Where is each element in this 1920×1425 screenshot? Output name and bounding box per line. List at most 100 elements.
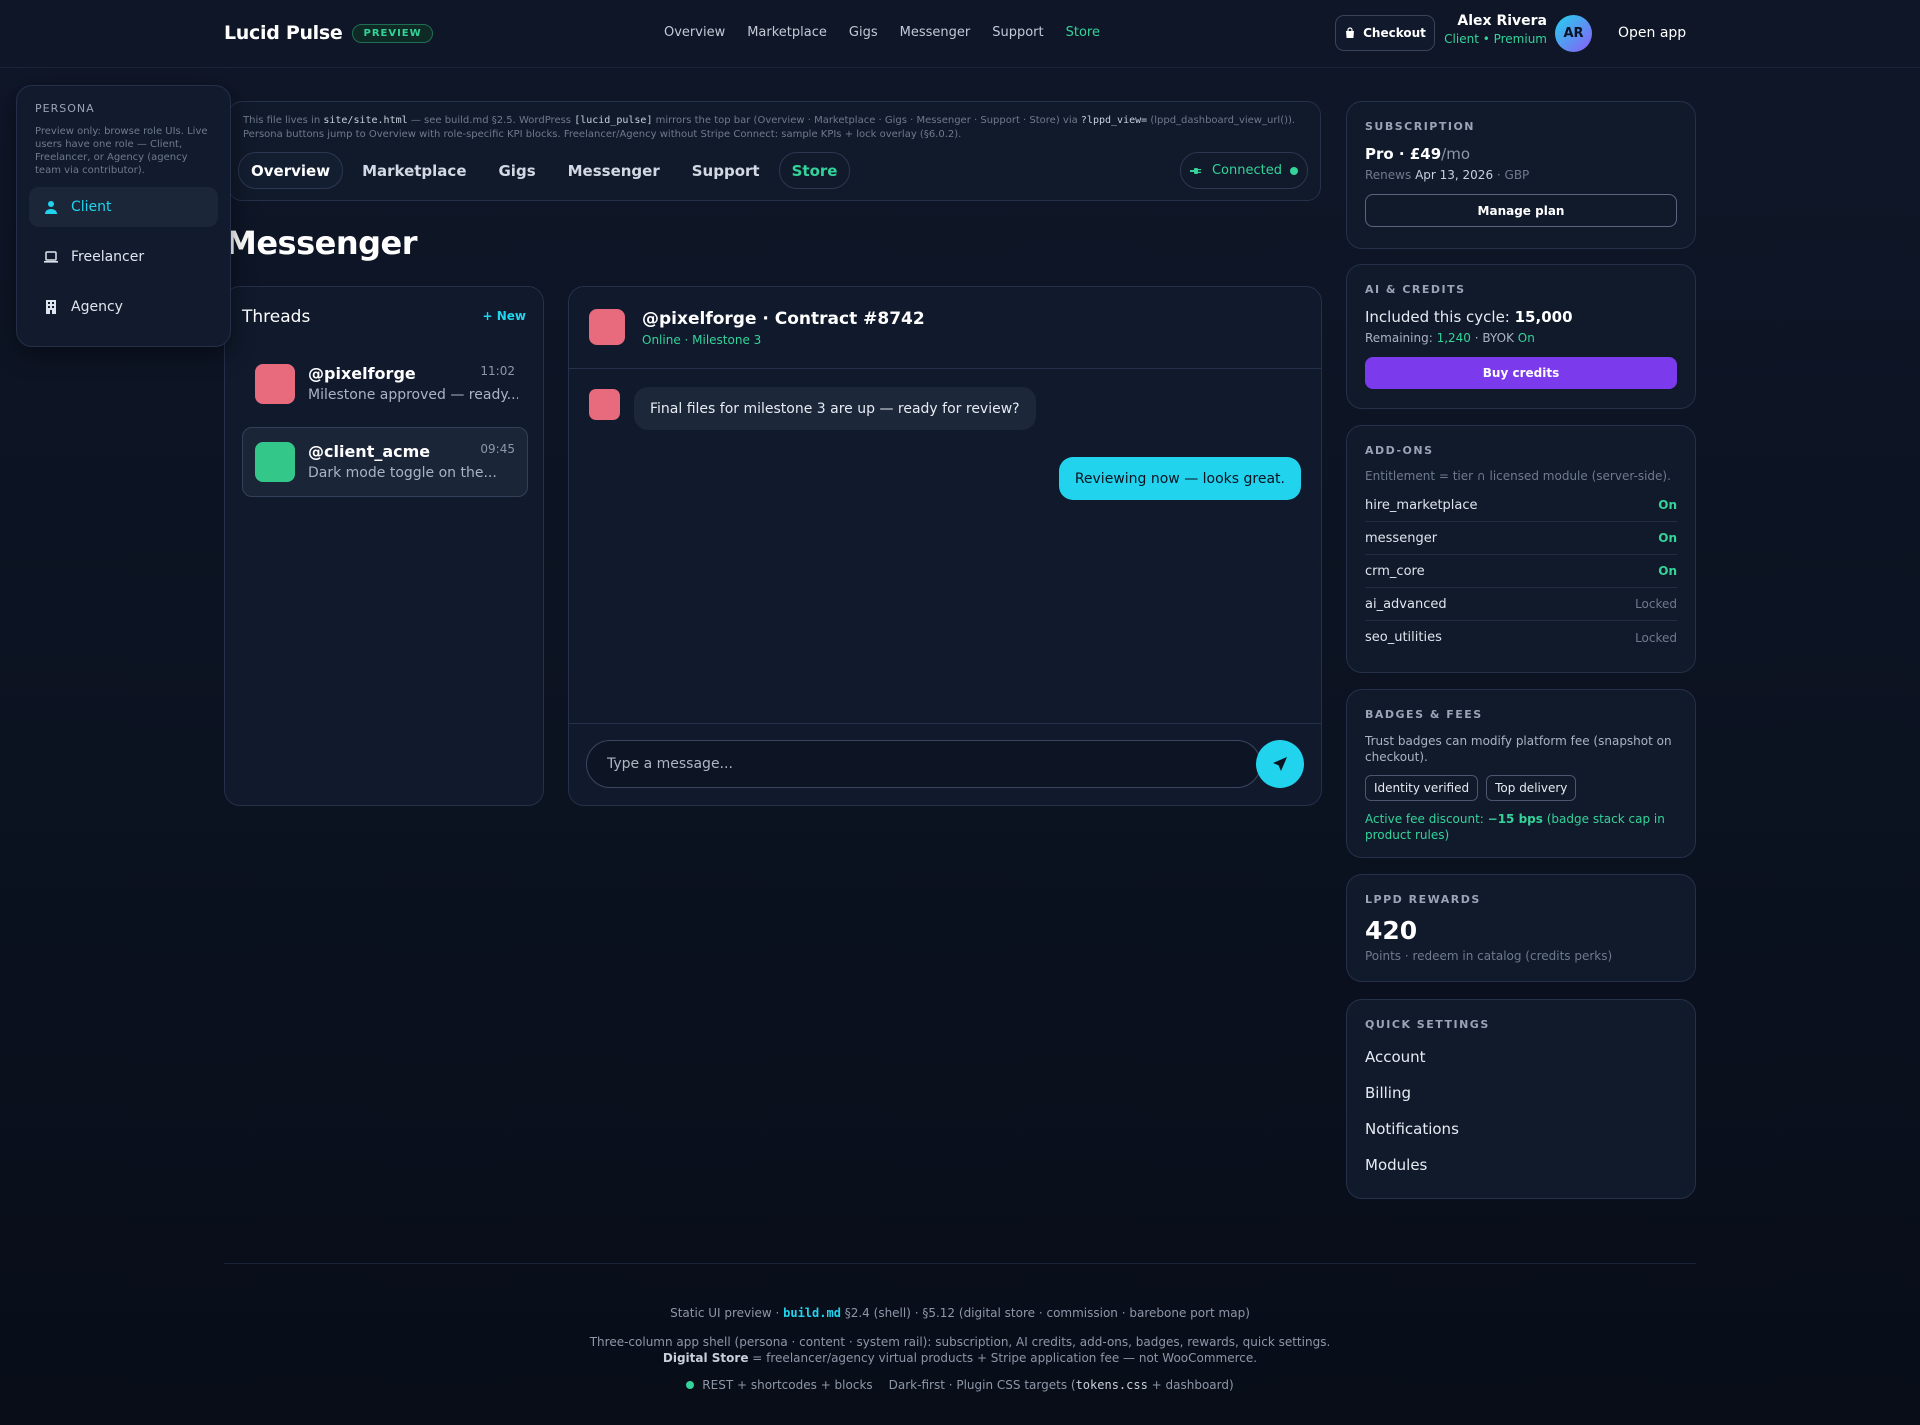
badges-note: Trust badges can modify platform fee (sn… <box>1365 734 1672 764</box>
quick-settings-notifications[interactable]: Notifications <box>1365 1111 1677 1147</box>
tab-messenger[interactable]: Messenger <box>555 152 673 189</box>
addon-name: crm_core <box>1365 563 1425 579</box>
info-param: ?lppd_view= <box>1080 115 1148 126</box>
new-thread-button[interactable]: + New <box>483 309 527 323</box>
addons-title: ADD-ONS <box>1365 444 1434 457</box>
status-dot <box>686 1381 695 1389</box>
addon-status: Locked <box>1635 630 1677 645</box>
top-nav-gigs[interactable]: Gigs <box>849 25 878 40</box>
top-nav-store[interactable]: Store <box>1066 25 1100 40</box>
top-nav-overview[interactable]: Overview <box>664 25 725 40</box>
addon-name: ai_advanced <box>1365 596 1447 612</box>
user-name: Alex Rivera <box>1457 13 1547 29</box>
footer-line-3: REST + shortcodes + blocks Dark-first · … <box>0 1378 1920 1392</box>
chat-composer <box>569 723 1321 805</box>
footer-text: + dashboard) <box>1147 1378 1234 1392</box>
addon-row: crm_core On <box>1365 555 1677 588</box>
included-value: 15,000 <box>1514 308 1573 326</box>
addon-row: hire_marketplace On <box>1365 489 1677 522</box>
included-label: Included this cycle: <box>1365 308 1515 326</box>
footer-text: §2.4 (shell) · §5.12 (digital store · co… <box>840 1306 1250 1320</box>
chat-panel: @pixelforge · Contract #8742 Online · Mi… <box>568 286 1322 806</box>
send-button[interactable] <box>1256 740 1304 788</box>
thread-item[interactable]: @client_acme 09:45 Dark mode toggle on t… <box>242 427 528 497</box>
footer-code: tokens.css <box>1075 1378 1148 1392</box>
buy-credits-button[interactable]: Buy credits <box>1365 357 1677 389</box>
footer-code: build.md <box>783 1306 841 1320</box>
connection-status[interactable]: Connected <box>1180 152 1308 189</box>
badge-chip-delivery[interactable]: Top delivery <box>1486 775 1577 801</box>
renew-date: Apr 13, 2026 <box>1415 168 1494 182</box>
persona-item-label: Freelancer <box>71 249 145 265</box>
user-role: Client • Premium <box>1444 32 1547 46</box>
checkout-button[interactable]: Checkout <box>1335 15 1435 51</box>
message-avatar <box>589 389 620 420</box>
chat-subtitle: Online · Milestone 3 <box>642 333 762 347</box>
building-icon <box>46 300 56 314</box>
threads-panel: Threads + New @pixelforge 11:02 Mileston… <box>224 286 544 806</box>
chat-title: @pixelforge · Contract #8742 <box>642 309 925 329</box>
rewards-subtitle: Points · redeem in catalog (credits perk… <box>1365 949 1613 963</box>
footer-line-2: Three-column app shell (persona · conten… <box>585 1334 1335 1366</box>
thread-preview: Milestone approved — ready... <box>308 387 518 403</box>
avatar[interactable]: AR <box>1555 15 1592 52</box>
quick-settings-card: QUICK SETTINGS Account Billing Notificat… <box>1346 999 1696 1199</box>
thread-time: 09:45 <box>480 442 515 456</box>
footer-rest: REST + shortcodes + blocks <box>686 1378 873 1392</box>
persona-item-label: Client <box>71 199 112 215</box>
top-nav-marketplace[interactable]: Marketplace <box>747 25 827 40</box>
persona-item-freelancer[interactable]: Freelancer <box>29 237 218 277</box>
top-nav-messenger[interactable]: Messenger <box>900 25 971 40</box>
brand[interactable]: Lucid Pulse PREVIEW <box>224 22 433 44</box>
tab-marketplace[interactable]: Marketplace <box>349 152 479 189</box>
footer-text: Dark-first · Plugin CSS targets ( <box>888 1378 1076 1392</box>
persona-item-agency[interactable]: Agency <box>29 287 218 327</box>
top-nav-support[interactable]: Support <box>992 25 1043 40</box>
plan-period: /mo <box>1441 145 1470 163</box>
tab-gigs[interactable]: Gigs <box>486 152 549 189</box>
chat-avatar <box>589 309 625 345</box>
addon-name: messenger <box>1365 530 1438 546</box>
fee-discount: Active fee discount: −15 bps (badge stac… <box>1365 811 1677 843</box>
quick-settings-account[interactable]: Account <box>1365 1039 1677 1075</box>
badges-title: BADGES & FEES <box>1365 708 1483 721</box>
quick-settings-modules[interactable]: Modules <box>1365 1147 1677 1183</box>
persona-item-client[interactable]: Client <box>29 187 218 227</box>
addons-note: Entitlement = tier ∩ licensed module (se… <box>1365 469 1671 483</box>
thread-preview: Dark mode toggle on the... <box>308 465 497 481</box>
persona-description: Preview only: browse role UIs. Live user… <box>35 126 208 176</box>
tab-store[interactable]: Store <box>778 152 851 189</box>
addon-row: ai_advanced Locked <box>1365 588 1677 621</box>
thread-item[interactable]: @pixelforge 11:02 Milestone approved — r… <box>242 349 528 419</box>
top-nav: Overview Marketplace Gigs Messenger Supp… <box>664 25 1100 40</box>
tab-overview[interactable]: Overview <box>238 152 344 189</box>
info-text-part: — see build.md §2.5. WordPress <box>407 115 575 126</box>
credits-remaining: Remaining: 1,240 · BYOK On <box>1365 331 1677 345</box>
manage-plan-button[interactable]: Manage plan <box>1365 194 1677 227</box>
badges-card: BADGES & FEES Trust badges can modify pl… <box>1346 689 1696 858</box>
send-icon <box>1273 757 1287 771</box>
plan-name: Pro · £49 <box>1365 145 1442 163</box>
subscription-title: SUBSCRIPTION <box>1365 120 1476 133</box>
preview-badge: PREVIEW <box>352 23 433 43</box>
user-info[interactable]: Alex Rivera Client • Premium <box>1440 13 1547 46</box>
byok-value: On <box>1517 331 1535 345</box>
message-input[interactable] <box>586 740 1261 788</box>
addon-name: seo_utilities <box>1365 630 1442 645</box>
addon-name: hire_marketplace <box>1365 497 1478 513</box>
open-app-link[interactable]: Open app <box>1618 25 1686 41</box>
quick-settings-billing[interactable]: Billing <box>1365 1075 1677 1111</box>
addon-status: Locked <box>1635 597 1677 611</box>
footer-bold: Digital Store <box>662 1351 749 1365</box>
addon-status: On <box>1658 498 1677 512</box>
persona-title: PERSONA <box>35 102 95 115</box>
subscription-plan: Pro · £49/mo <box>1365 145 1677 163</box>
badge-chip-identity[interactable]: Identity verified <box>1365 775 1479 801</box>
page-title: Messenger <box>225 224 418 262</box>
tabs: Overview Marketplace Gigs Messenger Supp… <box>238 152 851 189</box>
thread-time: 11:02 <box>480 364 515 378</box>
info-text-part: This file lives in <box>243 115 324 126</box>
top-bar: Lucid Pulse PREVIEW Overview Marketplace… <box>0 0 1920 68</box>
footer-text: REST + shortcodes + blocks <box>702 1378 873 1392</box>
tab-support[interactable]: Support <box>679 152 773 189</box>
